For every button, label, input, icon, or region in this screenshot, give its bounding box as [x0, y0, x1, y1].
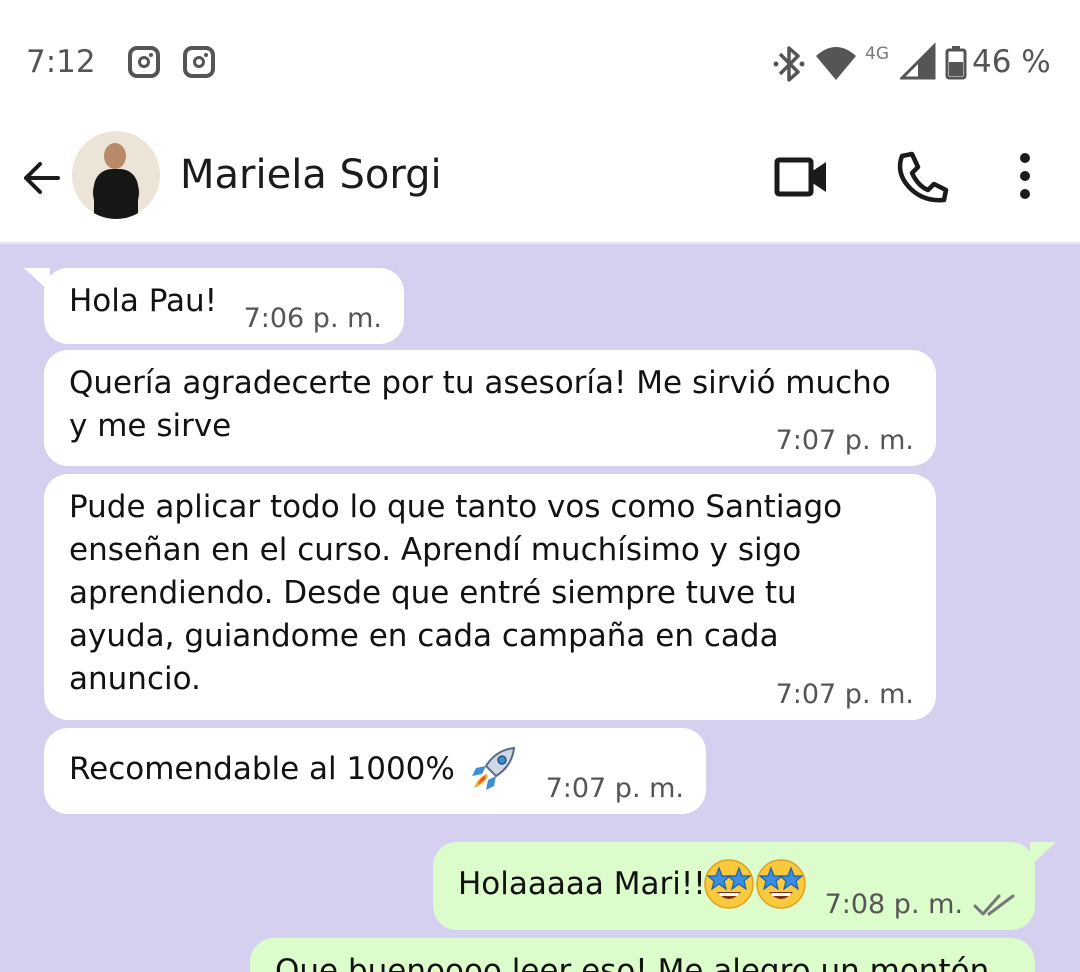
contact-name[interactable]: Mariela Sorgi: [180, 152, 442, 198]
star-struck-emoji-icon: [704, 859, 754, 909]
message-text: Recomendable al 1000%: [69, 751, 455, 787]
bluetooth-icon: [773, 46, 805, 82]
message-text: Holaaaaa Mari!!: [458, 866, 706, 902]
instagram-icon: [183, 46, 215, 78]
battery-icon: [945, 46, 967, 80]
message-bubble-outgoing[interactable]: Holaaaaa Mari!! 7:08 p. m.: [433, 842, 1035, 930]
message-text: Pude aplicar todo lo que tanto vos como …: [69, 489, 843, 697]
message-text: Quería agradecerte por tu asesoría! Me s…: [69, 365, 891, 444]
star-struck-emoji-icon: [756, 859, 806, 909]
message-bubble-outgoing[interactable]: Que buenoooo leer eso! Me alegro un mont…: [250, 938, 1035, 972]
back-arrow-icon[interactable]: [18, 154, 66, 202]
message-bubble-incoming[interactable]: Pude aplicar todo lo que tanto vos como …: [44, 474, 936, 720]
status-bar: 7:12 4G 46 %: [0, 0, 1080, 120]
phone-icon[interactable]: [892, 148, 950, 206]
avatar[interactable]: [72, 131, 160, 219]
signal-icon: [900, 42, 936, 80]
message-time: 7:06 p. m.: [243, 303, 382, 334]
wifi-icon: [816, 47, 856, 80]
message-bubble-incoming[interactable]: Recomendable al 1000% 7:07 p. m.: [44, 728, 706, 814]
message-text: Que buenoooo leer eso! Me alegro un mont…: [275, 953, 990, 972]
more-vert-icon[interactable]: [996, 148, 1054, 206]
message-time: 7:08 p. m.: [824, 889, 963, 920]
message-time: 7:07 p. m.: [545, 773, 684, 804]
message-text: Hola Pau!: [69, 283, 218, 319]
message-bubble-incoming[interactable]: Quería agradecerte por tu asesoría! Me s…: [44, 350, 936, 466]
double-check-icon: [973, 894, 1015, 916]
message-bubble-incoming[interactable]: Hola Pau! 7:06 p. m.: [44, 268, 404, 344]
video-call-icon[interactable]: [772, 148, 830, 206]
rocket-emoji-icon: [472, 746, 516, 790]
message-time: 7:07 p. m.: [775, 679, 914, 710]
instagram-icon: [128, 46, 160, 78]
status-time: 7:12: [26, 44, 96, 80]
chat-header: Mariela Sorgi: [0, 120, 1080, 244]
battery-level: 46 %: [972, 44, 1051, 80]
network-type: 4G: [865, 44, 889, 64]
message-time: 7:07 p. m.: [775, 425, 914, 456]
